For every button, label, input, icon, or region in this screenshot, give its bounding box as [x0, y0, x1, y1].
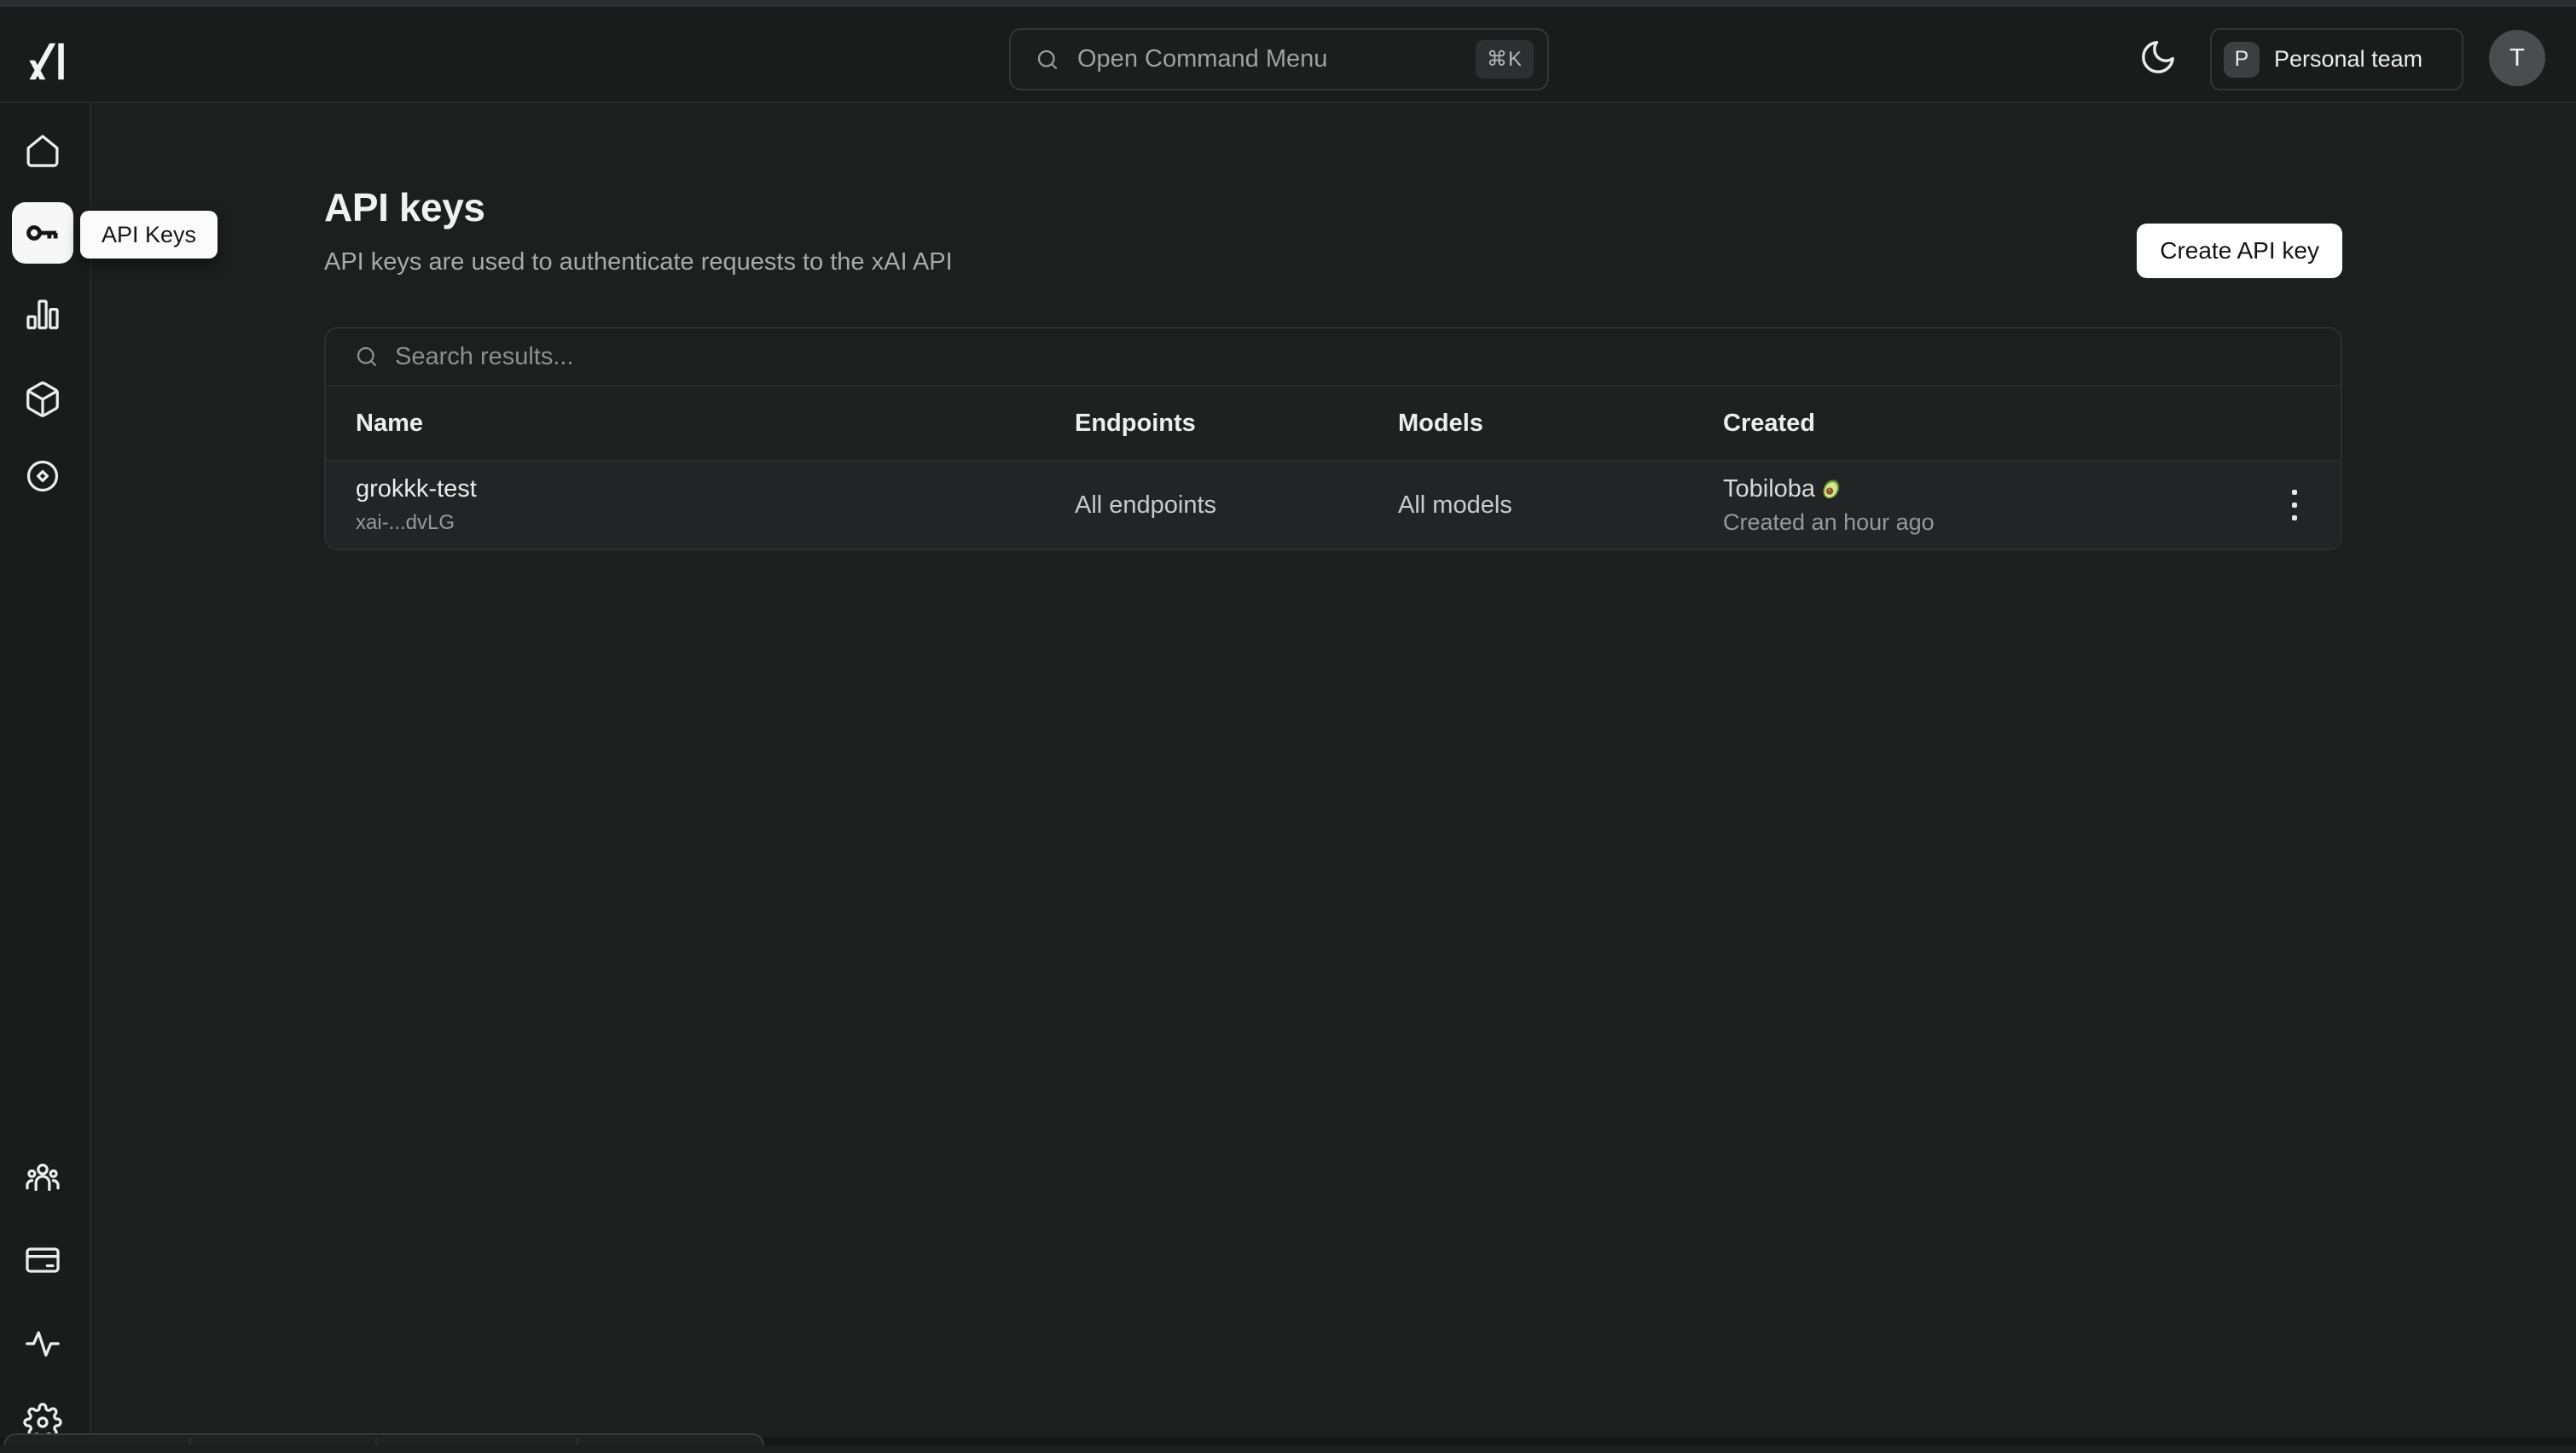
users-icon [26, 1163, 60, 1192]
sidebar-item-team[interactable] [12, 1148, 73, 1209]
key-icon [26, 225, 58, 241]
page-title: API keys [324, 185, 485, 230]
theme-toggle-button[interactable] [2138, 38, 2178, 77]
search-icon [357, 346, 377, 367]
api-key-created-time: Created an hour ago [1723, 509, 1935, 535]
topbar: Open Command Menu ⌘K P Personal team T [0, 7, 2576, 103]
bar-chart-icon [26, 299, 59, 329]
api-keys-table: Name Endpoints Models Created grokkk-tes… [324, 327, 2342, 550]
create-api-key-button[interactable]: Create API key [2137, 224, 2342, 278]
credit-card-icon [26, 1247, 60, 1273]
search-input[interactable] [395, 342, 2341, 371]
command-menu-button[interactable]: Open Command Menu ⌘K [1009, 28, 1549, 90]
user-avatar[interactable]: T [2489, 30, 2545, 86]
api-key-masked: xai-...dvLG [356, 511, 455, 534]
sidebar-item-activity[interactable] [12, 1311, 73, 1373]
sidebar-item-api-keys[interactable] [12, 202, 73, 264]
sidebar-item-usage[interactable] [12, 283, 73, 345]
kebab-menu-icon [2291, 490, 2297, 495]
table-header-row: Name Endpoints Models Created [326, 386, 2341, 462]
api-key-models: All models [1398, 491, 1512, 519]
xai-logo-link[interactable] [24, 38, 68, 85]
column-header-endpoints: Endpoints [1075, 409, 1196, 437]
sidebar-item-billing[interactable] [12, 1229, 73, 1291]
api-key-creator: Tobiloba [1723, 474, 1816, 503]
page-subtitle: API keys are used to authenticate reques… [324, 248, 953, 276]
api-key-created-cell: Tobiloba Created an hour ago [1723, 475, 2248, 536]
team-switcher[interactable]: P Personal team [2210, 28, 2463, 90]
search-icon [1037, 49, 1058, 69]
api-key-name-cell: grokkk-test xai-...dvLG [356, 475, 1075, 535]
team-avatar: P [2224, 41, 2260, 78]
sidebar-item-explore[interactable] [12, 445, 73, 507]
disc-icon [26, 460, 59, 492]
api-keys-tooltip: API Keys [80, 211, 218, 259]
xai-logo-icon [29, 43, 64, 80]
column-header-name: Name [356, 409, 423, 437]
column-header-models: Models [1398, 409, 1483, 437]
table-search-row [326, 328, 2341, 386]
api-key-name: grokkk-test [356, 475, 477, 503]
sidebar [0, 103, 91, 1445]
table-row[interactable]: grokkk-test xai-...dvLG All endpoints Al… [326, 462, 2341, 549]
bottom-dock [3, 1433, 764, 1445]
command-menu-shortcut: ⌘K [1475, 40, 1534, 78]
column-header-created: Created [1723, 409, 1815, 437]
avocado-emoji [1823, 479, 1840, 499]
sidebar-item-home[interactable] [12, 120, 73, 182]
box-icon [26, 381, 59, 417]
moon-icon [2142, 41, 2174, 73]
team-name: Personal team [2274, 46, 2423, 72]
sidebar-item-models[interactable] [12, 369, 73, 430]
row-menu-button[interactable] [2282, 479, 2307, 531]
window-top-strip [0, 0, 2576, 7]
api-key-endpoints: All endpoints [1075, 491, 1217, 519]
activity-icon [26, 1331, 60, 1357]
command-menu-placeholder: Open Command Menu [1077, 45, 1328, 73]
home-icon [26, 135, 59, 167]
